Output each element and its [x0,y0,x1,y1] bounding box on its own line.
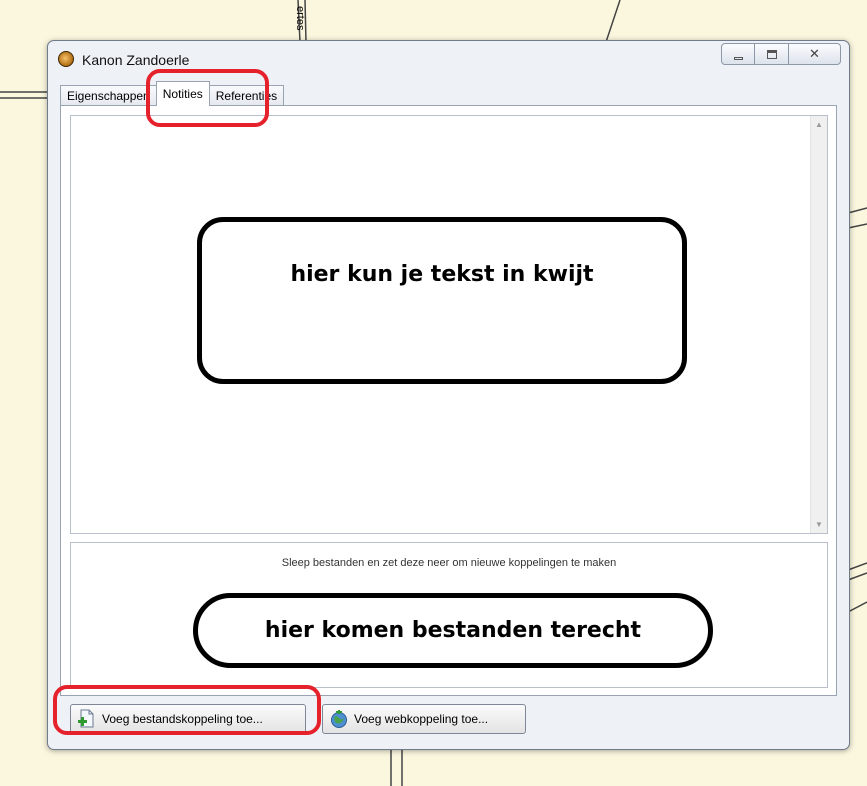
notes-scrollbar[interactable]: ▲ ▼ [810,116,827,533]
add-web-link-label: Voeg webkoppeling toe... [354,712,489,726]
minimize-button[interactable] [721,43,755,65]
close-icon: ✕ [809,46,820,61]
files-callout: hier komen bestanden terecht [193,593,713,668]
add-web-link-button[interactable]: Voeg webkoppeling toe... [322,704,526,734]
files-callout-text: hier komen bestanden terecht [264,618,642,643]
caption-buttons: ✕ [721,43,841,65]
close-button[interactable]: ✕ [789,43,841,65]
tab-strip: Eigenschappen Notities Referenties [60,81,285,106]
window-title: Kanon Zandoerle [82,52,190,68]
background-map-label: ertes [294,6,306,31]
cannon-icon [58,51,74,67]
notes-callout: hier kun je tekst in kwijt [197,217,687,384]
minimize-icon [733,56,743,60]
scroll-up-icon[interactable]: ▲ [811,116,827,133]
tab-referenties[interactable]: Referenties [208,85,285,106]
tab-eigenschappen[interactable]: Eigenschappen [60,85,157,106]
title-bar[interactable]: Kanon Zandoerle ✕ [48,41,849,81]
notes-callout-text: hier kun je tekst in kwijt [290,262,594,287]
maximize-button[interactable] [755,43,789,65]
tab-notities[interactable]: Notities [155,81,210,106]
drop-hint: Sleep bestanden en zet deze neer om nieu… [281,557,617,569]
add-file-link-button[interactable]: Voeg bestandskoppeling toe... [70,704,306,734]
scroll-down-icon[interactable]: ▼ [811,516,827,533]
add-file-link-label: Voeg bestandskoppeling toe... [102,712,263,726]
maximize-icon [766,49,777,59]
file-add-icon [77,709,97,729]
globe-icon [329,709,349,729]
